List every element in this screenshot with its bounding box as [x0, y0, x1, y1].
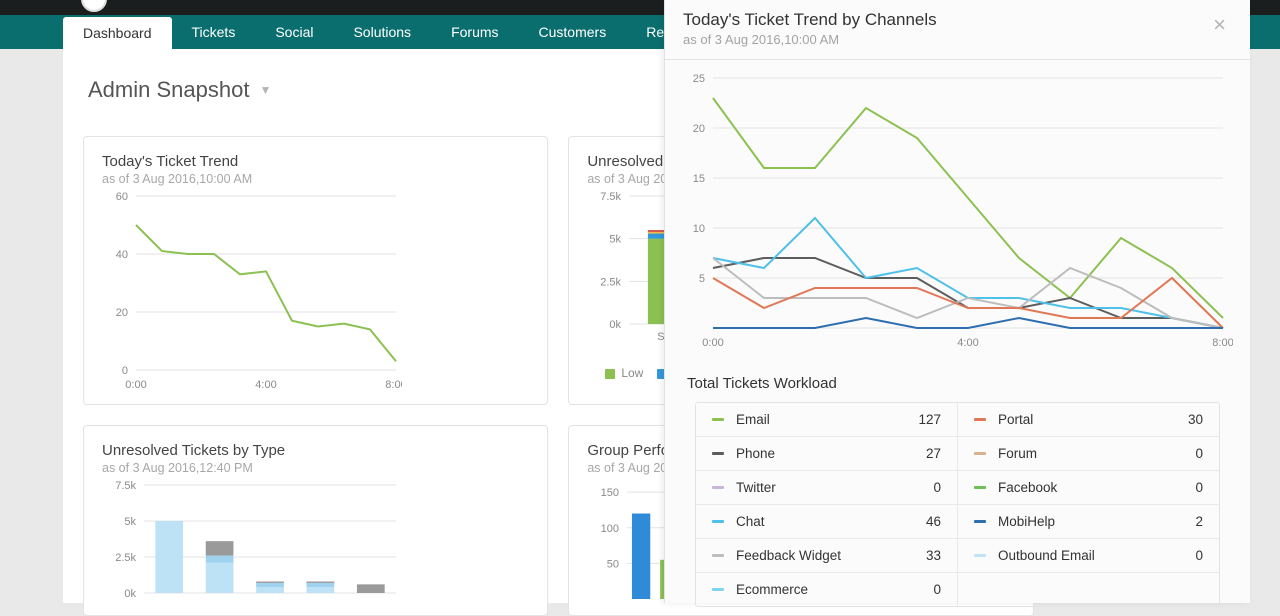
workload-table: Email127Portal30Phone27Forum0Twitter0Fac…	[695, 402, 1220, 607]
workload-value: 0	[1195, 548, 1203, 563]
workload-label: Phone	[736, 446, 914, 461]
svg-text:8:00: 8:00	[1212, 337, 1233, 349]
svg-text:50: 50	[607, 558, 619, 570]
workload-cell: MobiHelp 2	[957, 505, 1219, 538]
card-subtitle: as of 3 Aug 2016,12:40 PM	[102, 461, 529, 475]
svg-text:0k: 0k	[124, 588, 136, 600]
svg-text:25: 25	[693, 73, 705, 85]
series-dash-icon	[712, 486, 724, 489]
workload-label: Email	[736, 412, 906, 427]
workload-label: Ecommerce	[736, 582, 921, 597]
workload-label: MobiHelp	[998, 514, 1183, 529]
tab-dashboard[interactable]: Dashboard	[63, 17, 172, 49]
svg-text:5k: 5k	[610, 234, 622, 246]
workload-value: 0	[933, 582, 941, 597]
series-dash-icon	[712, 554, 724, 557]
workload-label: Twitter	[736, 480, 921, 495]
workload-label: Forum	[998, 446, 1183, 461]
workload-cell: Twitter 0	[696, 471, 957, 504]
workload-cell: Portal 30	[957, 403, 1219, 436]
svg-text:100: 100	[601, 523, 619, 535]
chart-channels: 5 10 15 20 25 0:00 4:00 8:00	[683, 70, 1233, 352]
workload-cell: Chat 46	[696, 505, 957, 538]
svg-text:15: 15	[693, 173, 705, 185]
svg-text:0:00: 0:00	[125, 379, 146, 391]
card-type[interactable]: Unresolved Tickets by Type as of 3 Aug 2…	[83, 425, 548, 616]
series-dash-icon	[974, 418, 986, 421]
workload-cell: Feedback Widget 33	[696, 539, 957, 572]
workload-value: 0	[1195, 446, 1203, 461]
series-dash-icon	[712, 520, 724, 523]
series-dash-icon	[712, 418, 724, 421]
svg-text:60: 60	[116, 191, 128, 203]
chevron-down-icon: ▼	[259, 83, 271, 97]
tab-solutions[interactable]: Solutions	[333, 15, 431, 49]
workload-value: 127	[918, 412, 941, 427]
svg-text:2.5k: 2.5k	[601, 276, 622, 288]
close-icon[interactable]: ×	[1213, 10, 1232, 36]
series-dash-icon	[974, 486, 986, 489]
svg-text:0k: 0k	[610, 319, 622, 331]
workload-value: 30	[1188, 412, 1203, 427]
svg-text:8:00: 8:00	[385, 379, 402, 391]
legend-low: Low	[605, 366, 643, 380]
svg-text:10: 10	[693, 223, 705, 235]
workload-value: 46	[926, 514, 941, 529]
workload-value: 33	[926, 548, 941, 563]
card-title: Today's Ticket Trend	[102, 153, 529, 170]
series-dash-icon	[974, 520, 986, 523]
panel-subtitle: as of 3 Aug 2016,10:00 AM	[683, 32, 937, 47]
workload-value: 0	[933, 480, 941, 495]
workload-label: Outbound Email	[998, 548, 1183, 563]
workload-label: Facebook	[998, 480, 1183, 495]
tab-customers[interactable]: Customers	[519, 15, 627, 49]
series-dash-icon	[974, 554, 986, 557]
workload-value: 2	[1195, 514, 1203, 529]
workload-value: 27	[926, 446, 941, 461]
series-dash-icon	[974, 452, 986, 455]
svg-text:20: 20	[693, 123, 705, 135]
chart-trend: 0 20 40 60 0:00 4:00 8:00	[102, 186, 402, 394]
page-title-text: Admin Snapshot	[88, 77, 249, 103]
workload-cell: Ecommerce 0	[696, 573, 957, 606]
workload-cell: Forum 0	[957, 437, 1219, 470]
workload-cell	[957, 573, 1219, 606]
svg-text:4:00: 4:00	[957, 337, 978, 349]
workload-label: Chat	[736, 514, 914, 529]
tab-forums[interactable]: Forums	[431, 15, 518, 49]
workload-cell: Facebook 0	[957, 471, 1219, 504]
card-title: Unresolved Tickets by Type	[102, 442, 529, 459]
svg-text:40: 40	[116, 249, 128, 261]
workload-label: Portal	[998, 412, 1176, 427]
card-ticket-trend[interactable]: Today's Ticket Trend as of 3 Aug 2016,10…	[83, 136, 548, 405]
svg-text:4:00: 4:00	[255, 379, 276, 391]
svg-text:0:00: 0:00	[702, 337, 723, 349]
panel-title: Today's Ticket Trend by Channels	[683, 10, 937, 30]
card-subtitle: as of 3 Aug 2016,10:00 AM	[102, 172, 529, 186]
svg-text:0: 0	[122, 365, 128, 377]
series-dash-icon	[712, 452, 724, 455]
panel-ticket-trend-channels: Today's Ticket Trend by Channels as of 3…	[664, 0, 1250, 603]
series-dash-icon	[712, 588, 724, 591]
workload-title: Total Tickets Workload	[665, 357, 1250, 402]
svg-text:2.5k: 2.5k	[115, 552, 136, 564]
workload-value: 0	[1195, 480, 1203, 495]
chart-type: 0k 2.5k 5k 7.5k	[102, 475, 402, 605]
workload-cell: Phone 27	[696, 437, 957, 470]
svg-text:150: 150	[601, 487, 619, 499]
tab-social[interactable]: Social	[255, 15, 333, 49]
workload-cell: Outbound Email 0	[957, 539, 1219, 572]
svg-text:5k: 5k	[124, 516, 136, 528]
svg-text:20: 20	[116, 307, 128, 319]
svg-text:7.5k: 7.5k	[601, 191, 622, 203]
tab-tickets[interactable]: Tickets	[172, 15, 256, 49]
svg-text:5: 5	[699, 273, 705, 285]
workload-label: Feedback Widget	[736, 548, 914, 563]
avatar[interactable]	[81, 0, 107, 12]
workload-cell: Email 127	[696, 403, 957, 436]
svg-text:7.5k: 7.5k	[115, 480, 136, 492]
